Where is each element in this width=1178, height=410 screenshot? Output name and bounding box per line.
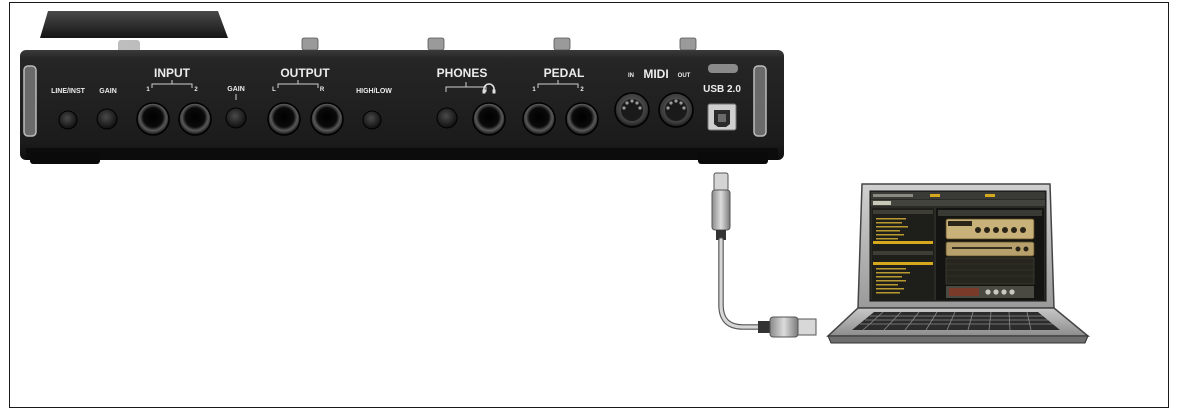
pedal-2-jack: [565, 102, 599, 136]
audio-interface-device: LINE/INST GAIN INPUT 1 2 GAIN OUTPUT L R…: [20, 11, 784, 164]
output-r-label: R: [320, 87, 325, 93]
side-handle-left: [23, 65, 37, 137]
phones-jack: [472, 102, 506, 136]
high-low-label: HIGH/LOW: [356, 88, 392, 95]
midi-in-label: IN: [628, 73, 634, 79]
usb-b-plug-tip: [713, 172, 729, 192]
midi-out-port: [658, 92, 694, 128]
output-l-jack: [267, 102, 301, 136]
midi-out-label: OUT: [678, 73, 691, 79]
gain-2-label: GAIN: [227, 86, 245, 93]
usb-b-port: [707, 103, 737, 131]
side-handle-right: [753, 65, 767, 137]
top-screws: [301, 37, 697, 51]
device-foot-left: [30, 152, 100, 164]
expression-pedal: [40, 11, 228, 38]
input-label: INPUT: [154, 66, 191, 80]
midi-in-port: [614, 92, 650, 128]
input-2-jack: [178, 102, 212, 136]
line-inst-switch: [58, 110, 78, 130]
line-inst-label: LINE/INST: [51, 88, 86, 95]
input-1-jack: [136, 102, 170, 136]
usb-label: USB 2.0: [703, 84, 741, 95]
output-label: OUTPUT: [280, 66, 330, 80]
usb-a-plug-strain-relief: [758, 321, 770, 333]
phones-volume-knob: [436, 107, 458, 129]
gain-2-knob: [225, 107, 247, 129]
usb-b-plug-housing: [711, 189, 731, 231]
brand-logo: [708, 64, 738, 73]
screen-software-ui: [871, 192, 1045, 300]
usb-a-plug-tip: [797, 318, 817, 336]
usb-a-plug-housing: [769, 316, 799, 338]
connection-diagram: LINE/INST GAIN INPUT 1 2 GAIN OUTPUT L R…: [20, 11, 1091, 344]
usb-cable: [711, 172, 817, 338]
laptop-front-edge: [827, 335, 1089, 344]
laptop-keyboard: [852, 311, 1060, 331]
device-foot-right: [698, 152, 768, 164]
output-r-jack: [310, 102, 344, 136]
gain-1-knob: [96, 108, 118, 130]
pedal-label: PEDAL: [544, 66, 585, 80]
output-l-label: L: [272, 87, 276, 93]
midi-label: MIDI: [643, 67, 668, 81]
cable-cord: [719, 238, 762, 329]
pedal-1-jack: [522, 102, 556, 136]
gain-1-label: GAIN: [99, 88, 117, 95]
high-low-switch: [362, 110, 382, 130]
phones-label: PHONES: [437, 66, 488, 80]
laptop-computer: [826, 183, 1091, 344]
